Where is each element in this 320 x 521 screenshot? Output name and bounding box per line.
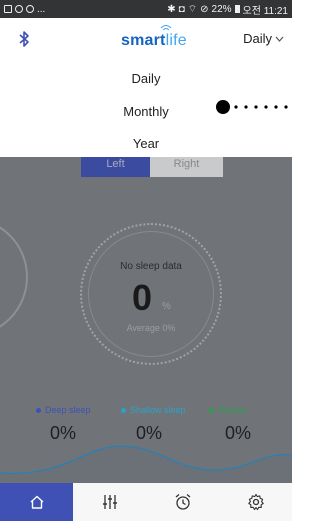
logo-wifi-icon: [160, 25, 172, 31]
bluetooth-icon[interactable]: [18, 30, 30, 48]
toggle-right[interactable]: Right: [150, 157, 223, 177]
logo-text-bold: smart: [121, 32, 166, 49]
callout-pointer-icon: [216, 100, 288, 114]
status-indicators: ✱ ◘ ⌔ ⊘ 22% 오전 11:21: [167, 2, 288, 17]
menu-item-daily[interactable]: Daily: [0, 71, 292, 86]
sleep-wave-graphic: [0, 445, 292, 483]
sleep-score-unit: %: [162, 301, 171, 312]
tab-settings[interactable]: [219, 483, 292, 521]
gallery-notification-icon: [4, 5, 12, 13]
sleep-content-overlay: Left Right No sleep data 0 % Average 0% …: [0, 157, 292, 483]
tab-home[interactable]: [0, 483, 73, 521]
previous-dial: [0, 217, 28, 337]
torsion-dot-icon: [209, 407, 214, 413]
notification-icon: [15, 5, 23, 13]
tab-alarm[interactable]: [146, 483, 219, 521]
shallow-sleep-dot-icon: [121, 407, 126, 413]
notification-icon-2: [26, 5, 34, 13]
chevron-down-icon: [275, 36, 284, 42]
sleep-dial: No sleep data 0 % Average 0%: [80, 223, 222, 365]
smartlife-logo: smartlife: [121, 32, 187, 50]
battery-percent: 22%: [211, 3, 232, 15]
alarm-clock-icon: [175, 494, 190, 510]
period-dropdown[interactable]: Daily: [243, 31, 284, 46]
bluetooth-status-icon: ✱: [167, 3, 176, 15]
app-bar: smartlife Daily: [0, 18, 292, 63]
deep-sleep-dot-icon: [36, 407, 41, 413]
legend-label: Torsion: [218, 405, 248, 415]
legend-label: Deep sleep: [45, 405, 91, 415]
no-sleep-data-label: No sleep data: [120, 261, 182, 272]
average-label: Average 0%: [126, 323, 176, 333]
legend-deep-sleep: Deep sleep: [36, 405, 91, 415]
battery-icon: [234, 5, 240, 13]
nfc-icon: ◘: [178, 3, 185, 15]
status-bar: ... ✱ ◘ ⌔ ⊘ 22% 오전 11:21: [0, 0, 292, 18]
home-icon: [30, 495, 43, 509]
dnd-icon: ⊘: [200, 3, 209, 15]
bottom-tab-bar: [0, 483, 292, 521]
menu-item-year[interactable]: Year: [0, 136, 292, 151]
status-notifications: ...: [4, 4, 45, 15]
tab-adjust[interactable]: [73, 483, 146, 521]
legend-torsion: Torsion: [209, 405, 247, 415]
more-notifications: ...: [37, 3, 46, 15]
wifi-status-icon: ⌔: [187, 3, 198, 15]
legend-label: Shallow sleep: [130, 405, 186, 415]
toggle-left[interactable]: Left: [81, 157, 150, 177]
clock: 오전 11:21: [242, 5, 288, 17]
side-toggle: Left Right: [81, 157, 223, 177]
sliders-icon: [102, 495, 117, 509]
legend-shallow-sleep: Shallow sleep: [121, 405, 186, 415]
period-selected-label: Daily: [243, 31, 272, 46]
settings-gear-icon: [247, 493, 264, 511]
logo-text-light: life: [165, 32, 187, 49]
sleep-score-value: 0: [132, 277, 153, 318]
